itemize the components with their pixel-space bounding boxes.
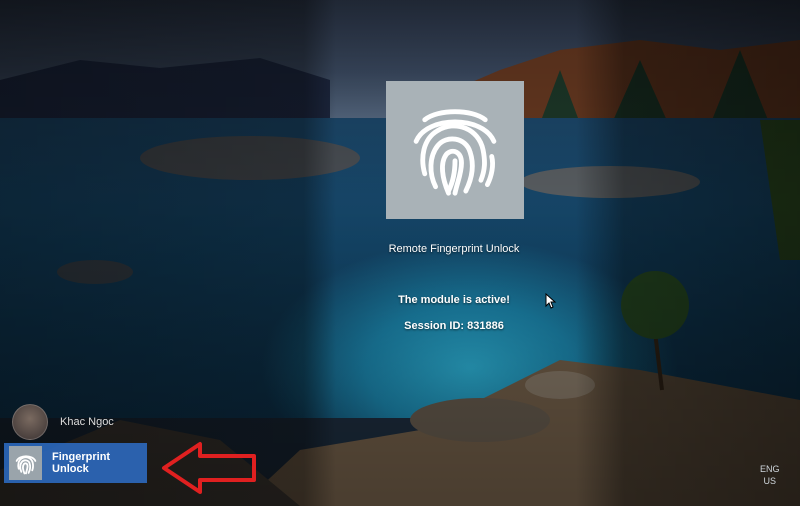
language-code: ENG <box>760 464 780 474</box>
fingerprint-tile <box>386 81 524 219</box>
account-label: Fingerprint Unlock <box>52 451 111 475</box>
session-id: Session ID: 831886 <box>404 320 504 332</box>
app-title: Remote Fingerprint Unlock <box>388 243 520 255</box>
annotation-arrow-icon <box>162 442 256 494</box>
user-account-fingerprint-unlock[interactable]: Fingerprint Unlock <box>4 443 147 483</box>
fingerprint-icon <box>9 446 43 480</box>
user-account-khac-ngoc[interactable]: Khac Ngoc <box>12 404 114 440</box>
status-text: The module is active! <box>398 294 510 306</box>
fingerprint-icon <box>413 109 497 196</box>
language-indicator[interactable]: ENG US <box>760 463 780 487</box>
mouse-cursor-icon <box>545 293 557 309</box>
language-region: US <box>763 476 777 486</box>
avatar <box>12 404 48 440</box>
user-name: Khac Ngoc <box>60 416 114 428</box>
